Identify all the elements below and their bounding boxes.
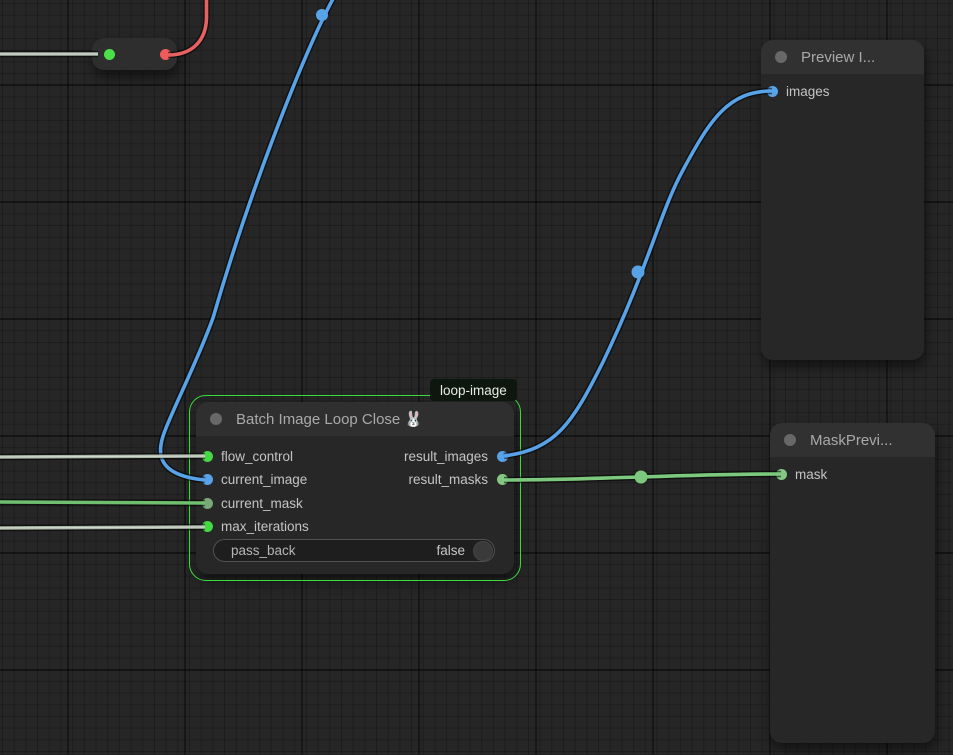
input-row-images: images	[761, 80, 830, 103]
input-row-mask: mask	[770, 463, 827, 486]
port-label: current_image	[221, 472, 307, 487]
port-label: mask	[795, 467, 827, 482]
toggle-knob[interactable]	[473, 541, 493, 561]
reroute-output-port[interactable]	[160, 49, 171, 60]
node-tag-loop-image: loop-image	[430, 379, 517, 401]
collapsed-reroute-node[interactable]	[92, 38, 177, 70]
output-row-result-masks: result_masks	[408, 468, 514, 491]
node-tag-label: loop-image	[440, 383, 507, 398]
result-images-output-port[interactable]	[497, 451, 508, 462]
current-mask-input-port[interactable]	[202, 498, 213, 509]
input-row-current-image: current_image	[196, 468, 307, 491]
widget-value: false	[436, 543, 465, 558]
wire-max-iterations	[0, 527, 205, 528]
node-title: Batch Image Loop Close 🐰	[236, 410, 423, 428]
wire-max-iterations-hilite	[0, 527, 205, 528]
port-label: flow_control	[221, 449, 293, 464]
collapse-dot-icon[interactable]	[210, 413, 222, 425]
port-label: images	[786, 84, 830, 99]
node-title: MaskPrevi...	[810, 432, 893, 449]
images-input-port[interactable]	[767, 86, 778, 97]
batch-loop-node-header[interactable]: Batch Image Loop Close 🐰	[196, 402, 514, 436]
port-label: current_mask	[221, 496, 303, 511]
wire-current-mask	[0, 502, 205, 503]
wire-green-right-shadow	[504, 474, 781, 480]
input-row-current-mask: current_mask	[196, 492, 303, 515]
widget-label: pass_back	[231, 543, 436, 558]
link-dot-blue-top[interactable]	[316, 9, 328, 21]
link-dot-green-right[interactable]	[635, 471, 648, 484]
port-label: result_masks	[408, 472, 488, 487]
wire-flow	[0, 456, 205, 457]
preview-image-node-header[interactable]: Preview I...	[761, 40, 924, 74]
port-label: max_iterations	[221, 519, 309, 534]
mask-preview-node-header[interactable]: MaskPrevi...	[770, 423, 935, 457]
wire-current-mask-shadow	[0, 502, 205, 503]
batch-image-loop-close-node[interactable]: Batch Image Loop Close 🐰 flow_control cu…	[196, 402, 514, 574]
node-graph-canvas[interactable]: Preview I... images MaskPrevi... mask lo…	[0, 0, 953, 755]
collapse-dot-icon[interactable]	[775, 51, 787, 63]
preview-image-node[interactable]: Preview I... images	[761, 40, 924, 360]
node-title: Preview I...	[801, 49, 875, 66]
collapse-dot-icon[interactable]	[784, 434, 796, 446]
wire-max-iterations-shadow	[0, 527, 205, 528]
mask-input-port[interactable]	[776, 469, 787, 480]
current-image-input-port[interactable]	[202, 474, 213, 485]
link-dot-blue-right[interactable]	[632, 266, 645, 279]
wire-blue-right-shadow	[504, 91, 772, 456]
reroute-input-port[interactable]	[104, 49, 115, 60]
wire-blue-right	[504, 91, 772, 456]
input-row-flow-control: flow_control	[196, 445, 293, 468]
pass-back-toggle-widget[interactable]: pass_back false	[213, 539, 495, 562]
input-row-max-iterations: max_iterations	[196, 515, 309, 538]
wire-flow-shadow	[0, 456, 205, 457]
output-row-result-images: result_images	[404, 445, 514, 468]
max-iterations-input-port[interactable]	[202, 521, 213, 532]
wire-green-right	[504, 474, 781, 480]
port-label: result_images	[404, 449, 488, 464]
mask-preview-node[interactable]: MaskPrevi... mask	[770, 423, 935, 743]
result-masks-output-port[interactable]	[497, 474, 508, 485]
flow-control-input-port[interactable]	[202, 451, 213, 462]
wire-flow-hilite	[0, 456, 205, 457]
